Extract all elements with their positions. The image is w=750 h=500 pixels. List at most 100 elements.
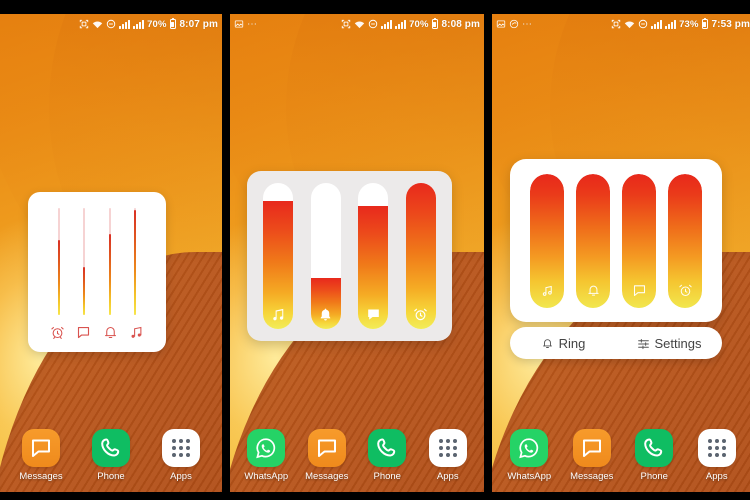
- dock-item-apps[interactable]: Apps: [154, 429, 208, 482]
- dock-item-messages[interactable]: Messages: [565, 429, 619, 482]
- phone-icon[interactable]: [635, 429, 674, 467]
- battery-icon-1: [169, 17, 176, 29]
- panel-divider-2: [484, 0, 492, 500]
- phone-screen-3: ⋯ 73% 7:53 pm Ring Settings WhatsApp Mes…: [492, 14, 750, 492]
- dock-item-whatsapp[interactable]: WhatsApp: [239, 429, 293, 482]
- bell-icon: [311, 307, 341, 322]
- volume-slider-ringtone[interactable]: [108, 208, 111, 315]
- ring-label: Ring: [558, 335, 586, 351]
- phone-panel-2: ⋯ 70% 8:08 pm WhatsApp Messages Phone Ap…: [230, 0, 484, 500]
- dock-label-phone: Phone: [373, 471, 401, 482]
- more-icon: ⋯: [522, 18, 533, 30]
- dock-label-messages: Messages: [305, 471, 349, 482]
- do-not-disturb-icon: [368, 19, 378, 29]
- battery-percent-3: 73%: [679, 18, 699, 30]
- battery-percent-2: 70%: [409, 18, 429, 30]
- bell-icon: [576, 283, 610, 298]
- apps-grid-icon[interactable]: [697, 429, 736, 467]
- message-icon[interactable]: [22, 429, 60, 467]
- wifi-icon: [624, 20, 635, 29]
- dock-item-phone[interactable]: Phone: [360, 429, 414, 482]
- dock-label-apps: Apps: [170, 471, 192, 482]
- do-not-disturb-icon: [106, 19, 116, 29]
- dock-2: WhatsApp Messages Phone Apps: [230, 429, 484, 482]
- signal-icon-sim2: [133, 19, 145, 29]
- volume-slider-alarm[interactable]: [668, 173, 702, 308]
- screenshot-icon: [79, 19, 89, 29]
- settings-button[interactable]: Settings: [616, 336, 722, 351]
- dock-item-apps[interactable]: Apps: [421, 429, 475, 482]
- cloud-icon: [509, 19, 519, 29]
- volume-slider-media[interactable]: [134, 208, 137, 315]
- phone-panel-1: 70% 8:07 pm Messages Phone Apps: [0, 0, 222, 500]
- volume-slider-ringtone[interactable]: [310, 183, 341, 329]
- whatsapp-icon[interactable]: [510, 429, 549, 467]
- dock-label-whatsapp: WhatsApp: [507, 471, 552, 482]
- volume-slider-alarm[interactable]: [57, 208, 60, 315]
- status-bar-2: ⋯ 70% 8:08 pm: [230, 14, 484, 34]
- alarm-clock-icon: [50, 325, 65, 340]
- signal-icon-sim2: [395, 19, 407, 29]
- dock-label-messages: Messages: [570, 471, 614, 482]
- message-icon[interactable]: [307, 429, 346, 467]
- volume-panel-2[interactable]: [247, 171, 452, 341]
- dock-item-phone[interactable]: Phone: [627, 429, 681, 482]
- volume-slider-ringtone[interactable]: [576, 173, 610, 308]
- music-note-icon: [129, 325, 144, 340]
- phone-panel-3: ⋯ 73% 7:53 pm Ring Settings WhatsApp Mes…: [492, 0, 750, 500]
- image-icon: [234, 19, 244, 29]
- signal-icon-sim2: [665, 19, 677, 29]
- volume-slider-notification[interactable]: [358, 183, 389, 329]
- volume-slider-media[interactable]: [263, 183, 293, 329]
- dock-item-apps[interactable]: Apps: [690, 429, 744, 482]
- dock-item-phone[interactable]: Phone: [84, 429, 138, 482]
- phone-icon[interactable]: [92, 429, 130, 467]
- battery-icon-3: [701, 17, 708, 29]
- apps-grid-icon[interactable]: [162, 429, 200, 467]
- status-bar-left-icons-3: ⋯: [496, 19, 611, 30]
- phone-icon[interactable]: [368, 429, 407, 467]
- signal-icon-sim1: [381, 19, 393, 29]
- wifi-icon: [354, 20, 365, 29]
- volume-slider-notification[interactable]: [83, 208, 86, 315]
- message-icon[interactable]: [572, 429, 611, 467]
- apps-grid-icon[interactable]: [428, 429, 467, 467]
- dock-label-apps: Apps: [705, 471, 728, 482]
- volume-panel-1[interactable]: [28, 192, 166, 352]
- status-bar-left-icons-2: ⋯: [234, 19, 341, 30]
- ring-button[interactable]: Ring: [510, 336, 616, 351]
- music-note-icon: [263, 307, 293, 322]
- alarm-clock-icon: [406, 307, 436, 322]
- dock-3: WhatsApp Messages Phone Apps: [492, 429, 750, 482]
- status-bar-right-1: 70% 8:07 pm: [79, 17, 218, 30]
- alarm-clock-icon: [668, 283, 702, 298]
- dock-item-messages[interactable]: Messages: [14, 429, 68, 482]
- signal-icon-sim1: [119, 19, 131, 29]
- whatsapp-icon[interactable]: [247, 429, 286, 467]
- clock-1: 8:07 pm: [179, 18, 218, 30]
- volume-slider-alarm[interactable]: [405, 183, 436, 329]
- sliders-icon: [637, 337, 650, 350]
- phone-screen-1: 70% 8:07 pm Messages Phone Apps: [0, 14, 222, 492]
- do-not-disturb-icon: [638, 19, 648, 29]
- status-bar-right-2: 70% 8:08 pm: [341, 17, 480, 30]
- dock-label-whatsapp: WhatsApp: [244, 471, 289, 482]
- bell-icon: [541, 337, 554, 350]
- dock-item-whatsapp[interactable]: WhatsApp: [502, 429, 556, 482]
- music-note-icon: [530, 283, 564, 298]
- panel-divider-1: [222, 0, 230, 500]
- volume-slider-icons-1: [42, 315, 152, 340]
- dock-label-phone: Phone: [97, 471, 125, 482]
- volume-slider-notification[interactable]: [622, 173, 656, 308]
- volume-panel-3[interactable]: [510, 159, 722, 322]
- screenshot-icon: [341, 19, 351, 29]
- volume-slider-media[interactable]: [530, 173, 564, 308]
- dock-1: Messages Phone Apps: [0, 429, 222, 482]
- phone-screen-2: ⋯ 70% 8:08 pm WhatsApp Messages Phone Ap…: [230, 14, 484, 492]
- dock-label-phone: Phone: [640, 471, 668, 482]
- volume-actions-bar: Ring Settings: [510, 327, 722, 359]
- message-icon: [358, 307, 388, 322]
- more-icon: ⋯: [247, 18, 258, 30]
- dock-item-messages[interactable]: Messages: [300, 429, 354, 482]
- battery-icon-2: [431, 17, 438, 29]
